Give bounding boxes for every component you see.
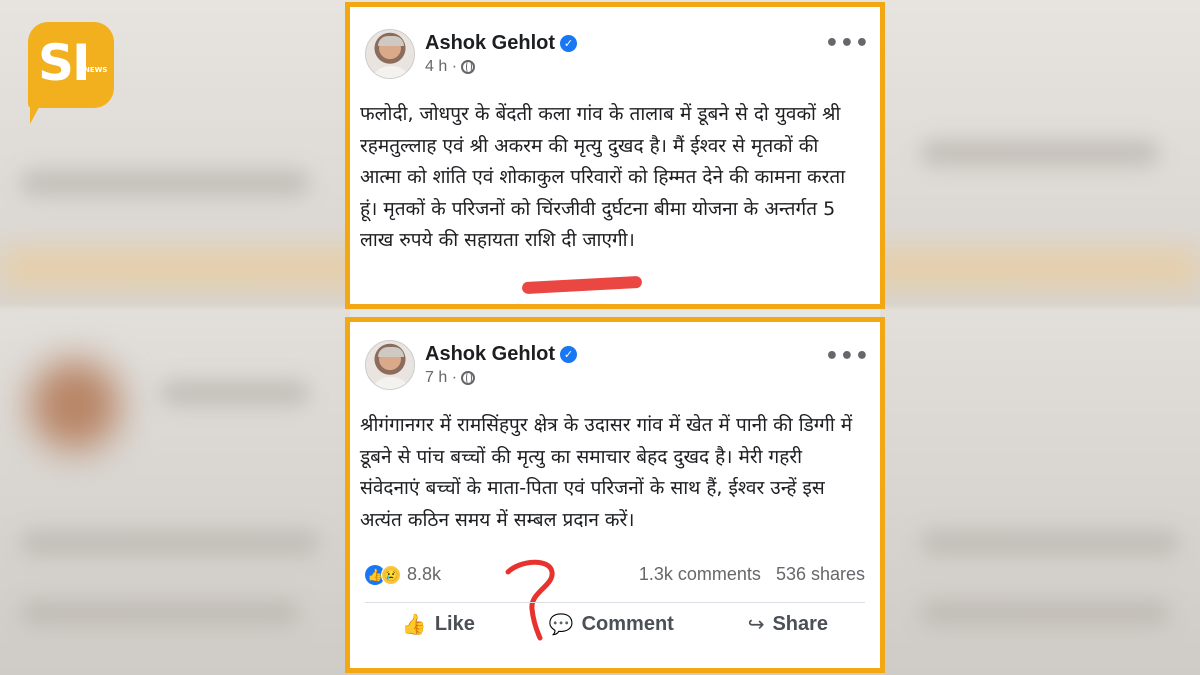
post-time[interactable]: 4 h · <box>425 58 457 76</box>
background-blur-bar <box>920 600 1170 626</box>
reaction-stats: 👍 😢 8.8k 1.3k comments 536 shares <box>365 564 865 585</box>
share-icon: ↪ <box>747 614 765 636</box>
share-button[interactable]: ↪ Share <box>748 612 828 637</box>
post-header: Ashok Gehlot ✓ 4 h · <box>365 29 578 79</box>
post-card-1: Ashok Gehlot ✓ 4 h · ••• फलोदी, जोधपुर क… <box>345 2 885 309</box>
si-news-logo: SI NEWS <box>28 22 114 108</box>
avatar[interactable] <box>365 29 415 79</box>
reaction-count[interactable]: 8.8k <box>407 564 441 585</box>
comment-label: Comment <box>581 613 674 635</box>
comments-count[interactable]: 1.3k comments <box>639 564 761 584</box>
comment-button[interactable]: 💬 Comment <box>549 612 674 637</box>
sad-reaction-icon: 😢 <box>381 564 401 585</box>
verified-badge-icon: ✓ <box>560 346 578 363</box>
more-options-icon[interactable]: ••• <box>825 33 870 55</box>
more-options-icon[interactable]: ••• <box>825 346 870 368</box>
background-blur-bar <box>20 600 300 626</box>
background-blur-bar <box>160 380 310 406</box>
background-blur-bar <box>920 140 1160 166</box>
like-label: Like <box>434 613 475 635</box>
logo-letters: SI <box>38 34 91 92</box>
background-blur-bar <box>20 530 320 556</box>
globe-icon <box>461 371 476 385</box>
background-blur-bar <box>920 530 1180 556</box>
post-header: Ashok Gehlot ✓ 7 h · <box>365 340 578 390</box>
post-text: फलोदी, जोधपुर के बेंदती कला गांव के ताला… <box>360 103 846 251</box>
post-actions: 👍 Like 💬 Comment ↪ Share <box>365 612 865 637</box>
globe-icon <box>461 60 476 74</box>
background-blur-bar <box>20 170 310 196</box>
thumbs-up-icon: 👍 <box>401 614 427 636</box>
shares-count[interactable]: 536 shares <box>776 564 865 584</box>
avatar[interactable] <box>365 340 415 390</box>
author-name[interactable]: Ashok Gehlot <box>425 343 555 366</box>
post-text: श्रीगंगानगर में रामसिंहपुर क्षेत्र के उद… <box>360 414 853 531</box>
red-highlight-mark <box>521 275 643 295</box>
post-card-2: Ashok Gehlot ✓ 7 h · ••• श्रीगंगानगर में… <box>345 317 885 673</box>
author-name[interactable]: Ashok Gehlot <box>425 32 555 55</box>
actions-divider <box>365 602 865 603</box>
background-avatar-blob <box>30 360 120 450</box>
logo-tail <box>30 98 44 124</box>
like-button[interactable]: 👍 Like <box>402 612 475 637</box>
logo-news-label: NEWS <box>84 66 108 74</box>
share-label: Share <box>772 613 829 635</box>
card-separator <box>350 309 880 317</box>
comment-icon: 💬 <box>548 614 574 636</box>
verified-badge-icon: ✓ <box>560 35 578 52</box>
post-time[interactable]: 7 h · <box>425 369 457 387</box>
